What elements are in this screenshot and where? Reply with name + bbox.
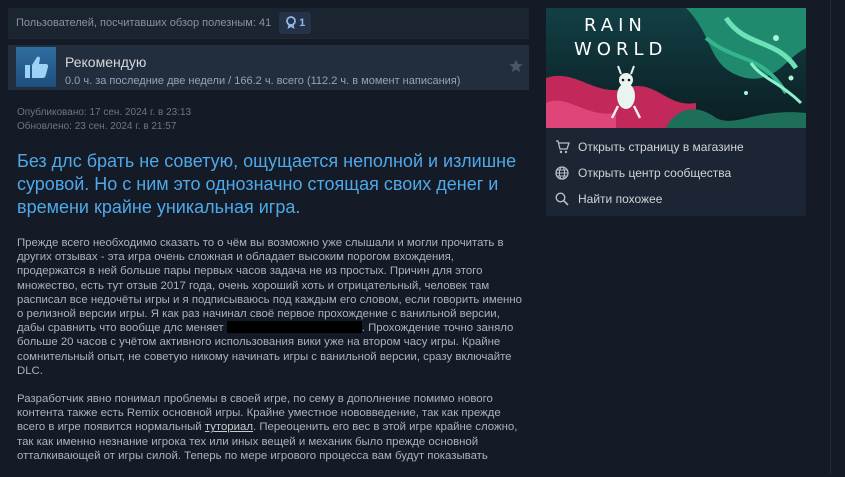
find-similar-label: Найти похожее [578, 192, 663, 206]
community-hub-label: Открыть центр сообщества [578, 166, 732, 180]
award-ribbon-icon [286, 16, 297, 29]
logo-line-1: RAIN [584, 15, 647, 36]
review-paragraph: Разработчик явно понимал проблемы в свое… [17, 392, 525, 463]
cart-icon [554, 139, 570, 155]
globe-icon [554, 165, 570, 181]
page-divider [830, 0, 831, 474]
store-page-label: Открыть страницу в магазине [578, 140, 744, 154]
review-body: Прежде всего необходимо сказать то о чём… [17, 236, 525, 477]
search-icon [554, 191, 570, 207]
updated-date: Обновлено: 23 сен. 2024 г. в 21:57 [17, 121, 177, 132]
game-sidebar: RAIN WORLD Открыть страницу в магазине О… [546, 8, 806, 216]
review-verdict: Рекомендую [65, 54, 147, 70]
award-count: 1 [299, 17, 306, 29]
review-dates: Опубликовано: 17 сен. 2024 г. в 23:13 Об… [17, 106, 191, 134]
playtime-hours: 0.0 ч. за последние две недели / 166.2 ч… [65, 75, 461, 87]
review-header: Рекомендую 0.0 ч. за последние две недел… [8, 45, 529, 90]
logo-line-2: WORLD [574, 39, 668, 60]
review-title: Без длс брать не советую, ощущается непо… [17, 151, 517, 217]
review-paragraph: Прежде всего необходимо сказать то о чём… [17, 236, 525, 378]
game-banner[interactable]: RAIN WORLD [546, 8, 806, 128]
community-hub-link[interactable]: Открыть центр сообщества [546, 160, 806, 186]
game-links: Открыть страницу в магазине Открыть цент… [546, 128, 806, 216]
helpful-bar: Пользователей, посчитавших обзор полезны… [8, 8, 529, 39]
helpful-count-text: Пользователей, посчитавших обзор полезны… [16, 17, 272, 29]
award-badge[interactable]: 1 [279, 12, 312, 34]
thumbs-up-icon [16, 47, 56, 87]
find-similar-link[interactable]: Найти похожее [546, 186, 806, 212]
store-page-link[interactable]: Открыть страницу в магазине [546, 134, 806, 160]
published-date: Опубликовано: 17 сен. 2024 г. в 23:13 [17, 107, 192, 118]
spoiler-block[interactable] [226, 321, 362, 334]
star-icon[interactable] [509, 59, 523, 78]
game-logo: RAIN WORLD [574, 14, 667, 62]
paragraph-text: Прежде всего необходимо сказать то о чём… [17, 237, 522, 335]
tutorial-link[interactable]: туториал [205, 421, 253, 433]
